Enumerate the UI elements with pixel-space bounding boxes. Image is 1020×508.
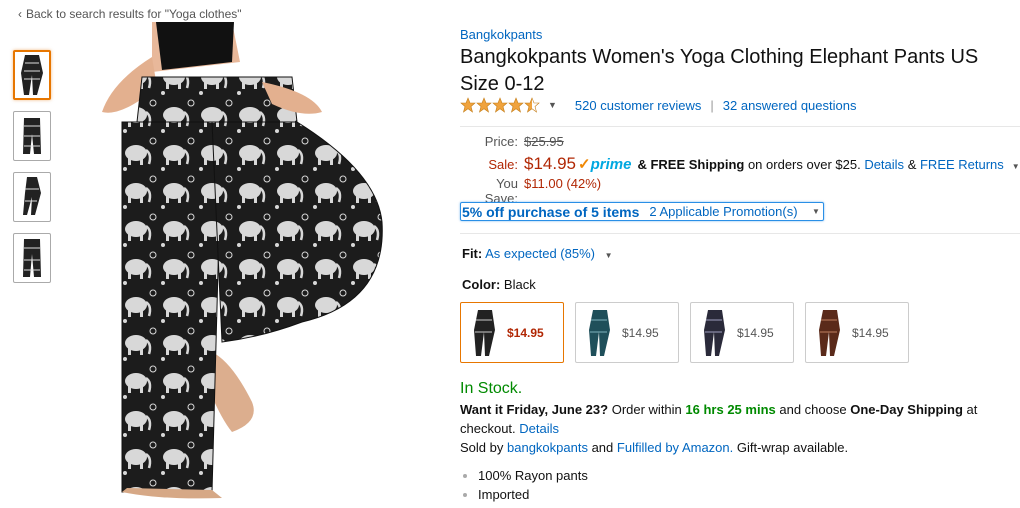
list-price: $25.95 xyxy=(524,134,564,149)
swatch-image xyxy=(576,308,622,358)
delivery-info: Want it Friday, June 23? Order within 16… xyxy=(460,400,1000,457)
fit-caret-icon[interactable]: ▼ xyxy=(605,251,613,260)
bullet-icon xyxy=(463,473,467,478)
color-value: Black xyxy=(503,277,536,292)
you-save-value: $11.00 (42%) xyxy=(524,176,602,191)
rating-dropdown-caret-icon[interactable]: ▼ xyxy=(548,100,557,110)
swatch-price: $14.95 xyxy=(622,325,659,340)
thumbnail-4[interactable] xyxy=(13,233,51,283)
and-text: and xyxy=(591,440,614,455)
shipping-details-link[interactable]: Details xyxy=(864,157,904,172)
swatch-image xyxy=(691,308,737,358)
fit-value-link[interactable]: As expected (85%) xyxy=(485,246,595,261)
countdown: 16 hrs 25 mins xyxy=(685,402,776,417)
swatch-teal[interactable]: $14.95 xyxy=(575,302,679,363)
list-item: Imported xyxy=(460,485,588,504)
price-label: Price: xyxy=(484,134,518,149)
swatch-brown[interactable]: $14.95 xyxy=(805,302,909,363)
answered-questions-link[interactable]: 32 answered questions xyxy=(723,98,857,113)
seller-link[interactable]: bangkokpants xyxy=(507,440,588,455)
thumbnail-2[interactable] xyxy=(13,111,51,161)
fit-label: Fit: xyxy=(462,246,483,261)
color-swatches: $14.95 $14.95 $14.95 $14.95 xyxy=(460,302,909,363)
free-returns-link[interactable]: FREE Returns xyxy=(920,157,1004,172)
back-to-search-link[interactable]: ‹ Back to search results for "Yoga clothe… xyxy=(18,7,242,21)
sale-price: $14.95 xyxy=(524,154,576,173)
fit-info: Fit: As expected (85%) ▼ xyxy=(462,246,613,261)
customer-reviews-link[interactable]: 520 customer reviews xyxy=(575,98,701,113)
promotion-box[interactable]: 5% off purchase of 5 items 2 Applicable … xyxy=(460,202,824,221)
swatch-price: $14.95 xyxy=(737,325,774,340)
star-rating[interactable] xyxy=(460,97,542,113)
chevron-left-icon: ‹ xyxy=(18,7,22,21)
one-day-shipping: One-Day Shipping xyxy=(850,402,963,417)
prime-badge: ✓ prime xyxy=(578,156,632,173)
thumbnail-3[interactable] xyxy=(13,172,51,222)
swatch-black[interactable]: $14.95 xyxy=(460,302,564,363)
color-selection: Color: Black xyxy=(462,277,536,292)
main-product-image[interactable] xyxy=(82,22,392,500)
prime-check-icon: ✓ xyxy=(578,156,591,173)
gift-wrap-text: Gift-wrap available. xyxy=(736,440,849,455)
sold-by-text: Sold by xyxy=(460,440,504,455)
price-block: Price: $25.95 Sale: $14.95 ✓ prime & FREE… xyxy=(460,134,1020,206)
want-it-text: Want it Friday, June 23? xyxy=(460,402,609,417)
and-choose-text: and choose xyxy=(779,402,847,417)
thumbnail-1[interactable] xyxy=(13,50,51,100)
list-item: 100% Rayon pants xyxy=(460,466,588,485)
stock-status: In Stock. xyxy=(460,380,523,397)
bullet-icon xyxy=(463,492,467,497)
swatch-image xyxy=(461,308,507,358)
product-title: Bangkokpants Women's Yoga Clothing Eleph… xyxy=(460,46,979,95)
separator: | xyxy=(710,97,714,113)
order-within-text: Order within xyxy=(611,402,682,417)
feature-bullets: 100% Rayon pants Imported xyxy=(460,466,588,504)
bullet-text: Imported xyxy=(478,487,530,502)
back-link-label: Back to search results for "Yoga clothes… xyxy=(26,7,242,21)
swatch-navy[interactable]: $14.95 xyxy=(690,302,794,363)
delivery-details-link[interactable]: Details xyxy=(519,421,559,436)
divider xyxy=(460,233,1020,234)
swatch-price: $14.95 xyxy=(852,325,889,340)
shipping-suffix: on orders over $25. xyxy=(747,157,861,172)
sale-label: Sale: xyxy=(488,157,518,172)
rating-row: ▼ 520 customer reviews | 32 answered que… xyxy=(460,97,856,113)
color-label: Color: xyxy=(462,277,501,292)
swatch-image xyxy=(806,308,852,358)
returns-caret-icon[interactable]: ▼ xyxy=(1012,162,1020,171)
promotion-dropdown-caret-icon[interactable]: ▼ xyxy=(809,203,823,220)
free-shipping-label: & FREE Shipping xyxy=(637,157,745,172)
thumbnail-strip xyxy=(13,50,53,294)
fulfilled-by-amazon-link[interactable]: Fulfilled by Amazon. xyxy=(617,440,733,455)
amp: & xyxy=(907,157,917,172)
bullet-text: 100% Rayon pants xyxy=(478,468,588,483)
promotion-offer: 5% off purchase of 5 items xyxy=(462,203,640,220)
swatch-price: $14.95 xyxy=(507,325,544,340)
divider xyxy=(460,126,1020,127)
brand-link[interactable]: Bangkokpants xyxy=(460,27,542,42)
applicable-promotions-link[interactable]: 2 Applicable Promotion(s) xyxy=(649,204,797,219)
